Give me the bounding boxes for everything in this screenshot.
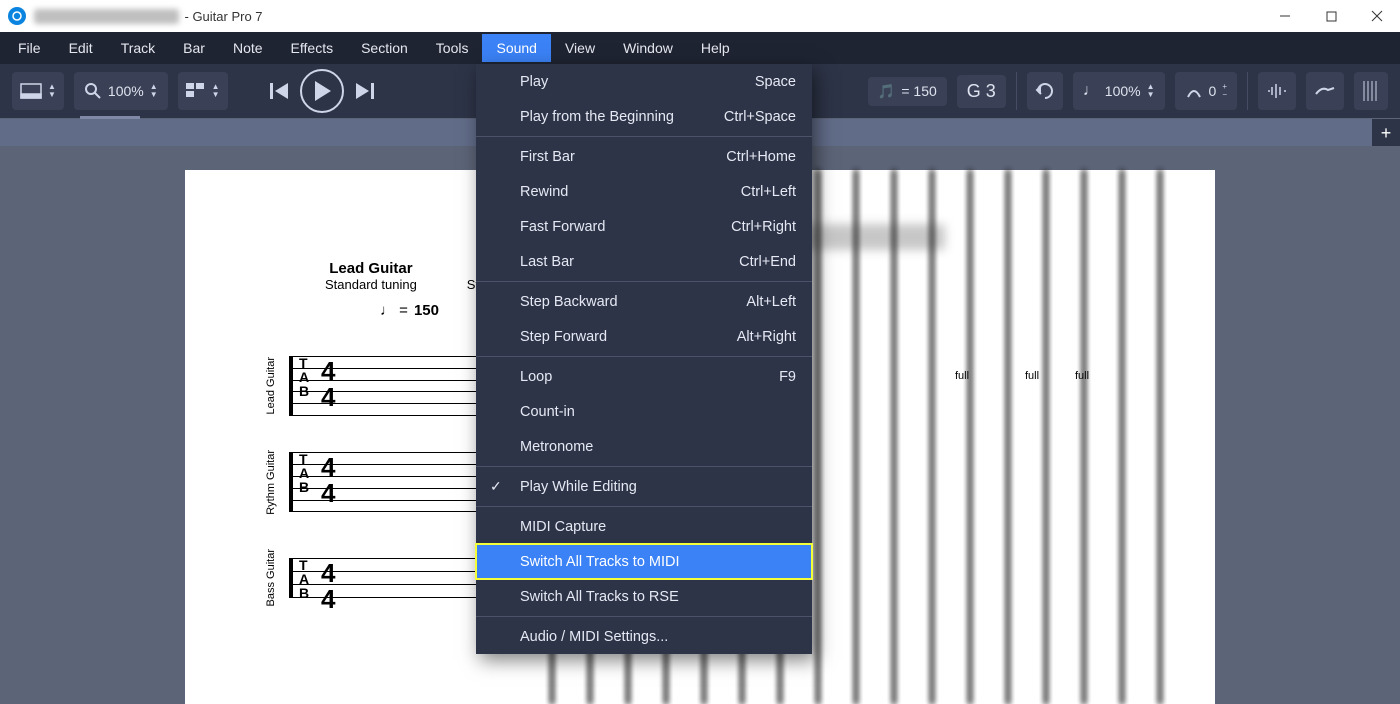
prev-track-button[interactable] xyxy=(268,80,290,102)
menu-effects[interactable]: Effects xyxy=(277,34,348,62)
menu-separator xyxy=(476,356,812,357)
menu-tools[interactable]: Tools xyxy=(422,34,483,62)
menu-bar[interactable]: Bar xyxy=(169,34,219,62)
menu-window[interactable]: Window xyxy=(609,34,687,62)
menu-separator xyxy=(476,281,812,282)
menu-item-midi-capture[interactable]: MIDI Capture xyxy=(476,509,812,544)
zoom-control[interactable]: 100% ▲▼ xyxy=(74,72,168,110)
fretboard-button[interactable] xyxy=(1354,72,1388,110)
effects-button[interactable] xyxy=(1258,72,1296,110)
menu-bar: FileEditTrackBarNoteEffectsSectionToolsS… xyxy=(0,32,1400,64)
add-tab-button[interactable]: + xyxy=(1372,119,1400,147)
menu-sound[interactable]: Sound xyxy=(482,34,550,62)
menu-item-fast-forward[interactable]: Fast ForwardCtrl+Right xyxy=(476,209,812,244)
track-header: Lead GuitarStandard tuning xyxy=(325,260,417,292)
menu-item-metronome[interactable]: Metronome xyxy=(476,429,812,464)
staff-label: Lead Guitar xyxy=(265,357,283,414)
title-bar: xxxxxxxxxxxxxxxxxxxxx - Guitar Pro 7 xyxy=(0,0,1400,32)
view-mode-switcher[interactable]: ▲▼ xyxy=(178,72,228,110)
menu-item-audio-midi-settings-[interactable]: Audio / MIDI Settings... xyxy=(476,619,812,654)
menu-item-loop[interactable]: LoopF9 xyxy=(476,359,812,394)
staff-label: Rythm Guitar xyxy=(265,450,283,515)
menu-item-step-forward[interactable]: Step ForwardAlt+Right xyxy=(476,319,812,354)
menu-help[interactable]: Help xyxy=(687,34,744,62)
menu-track[interactable]: Track xyxy=(107,34,169,62)
soundwave-icon xyxy=(1266,82,1288,100)
menu-item-play-from-the-beginning[interactable]: Play from the BeginningCtrl+Space xyxy=(476,99,812,134)
play-button[interactable] xyxy=(300,69,344,113)
fretboard-icon xyxy=(1362,81,1380,101)
app-icon xyxy=(8,7,26,25)
next-track-button[interactable] xyxy=(354,80,376,102)
menu-item-last-bar[interactable]: Last BarCtrl+End xyxy=(476,244,812,279)
zoom-value: 100% xyxy=(108,83,144,99)
menu-note[interactable]: Note xyxy=(219,34,277,62)
tuner-icon xyxy=(1185,82,1203,100)
tempo-indicator[interactable]: 🎵 = 150 xyxy=(868,77,947,106)
tuner-control[interactable]: 0 +− xyxy=(1175,72,1237,110)
chord-indicator[interactable]: G 3 xyxy=(957,75,1006,108)
menu-separator xyxy=(476,616,812,617)
jack-icon xyxy=(1314,84,1336,98)
check-icon: ✓ xyxy=(490,478,502,495)
menu-file[interactable]: File xyxy=(4,34,55,62)
cable-button[interactable] xyxy=(1306,72,1344,110)
undo-button[interactable] xyxy=(1027,72,1063,110)
menu-view[interactable]: View xyxy=(551,34,609,62)
menu-item-play-while-editing[interactable]: ✓Play While Editing xyxy=(476,469,812,504)
menu-item-rewind[interactable]: RewindCtrl+Left xyxy=(476,174,812,209)
close-button[interactable] xyxy=(1354,0,1400,32)
menu-separator xyxy=(476,136,812,137)
staff-label: Bass Guitar xyxy=(265,549,283,606)
layout-switcher[interactable]: ▲▼ xyxy=(12,72,64,110)
tempo-icon: 🎵 xyxy=(878,83,895,100)
menu-separator xyxy=(476,506,812,507)
note-icon: ♩ xyxy=(1083,82,1099,100)
menu-item-first-bar[interactable]: First BarCtrl+Home xyxy=(476,139,812,174)
menu-section[interactable]: Section xyxy=(347,34,422,62)
maximize-button[interactable] xyxy=(1308,0,1354,32)
window-title: xxxxxxxxxxxxxxxxxxxxx - Guitar Pro 7 xyxy=(34,9,263,24)
sound-menu-dropdown: PlaySpacePlay from the BeginningCtrl+Spa… xyxy=(476,64,812,654)
menu-edit[interactable]: Edit xyxy=(55,34,107,62)
master-volume[interactable]: ♩ 100% ▲▼ xyxy=(1073,72,1165,110)
menu-item-count-in[interactable]: Count-in xyxy=(476,394,812,429)
minimize-button[interactable] xyxy=(1262,0,1308,32)
menu-item-switch-all-tracks-to-midi[interactable]: Switch All Tracks to MIDI xyxy=(476,544,812,579)
search-icon xyxy=(84,82,102,100)
menu-item-play[interactable]: PlaySpace xyxy=(476,64,812,99)
menu-item-step-backward[interactable]: Step BackwardAlt+Left xyxy=(476,284,812,319)
menu-separator xyxy=(476,466,812,467)
menu-item-switch-all-tracks-to-rse[interactable]: Switch All Tracks to RSE xyxy=(476,579,812,614)
